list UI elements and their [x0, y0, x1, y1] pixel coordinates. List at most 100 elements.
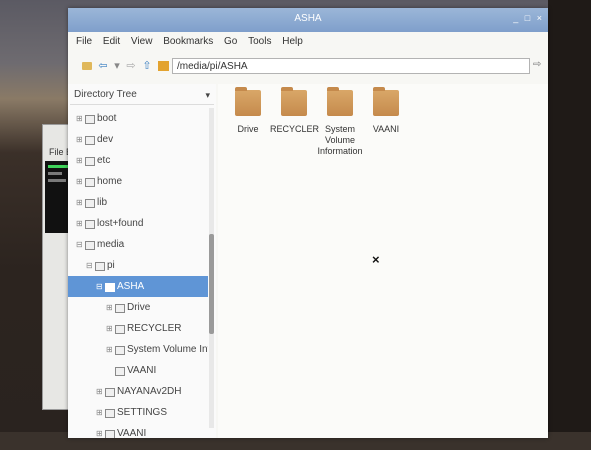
- tree-item[interactable]: ⊞ home: [68, 171, 208, 192]
- expander-icon[interactable]: ⊞: [106, 297, 113, 318]
- folder-icon: [95, 262, 105, 271]
- tree-item[interactable]: ⊞ VAANI: [68, 423, 208, 438]
- scrollbar-thumb[interactable]: [209, 234, 214, 334]
- tree-item[interactable]: ⊞ etc: [68, 150, 208, 171]
- folder-item[interactable]: VAANI: [362, 87, 410, 135]
- folder-name: RECYCLER: [270, 124, 320, 134]
- expander-icon[interactable]: ⊞: [76, 108, 83, 129]
- window-title: ASHA: [294, 13, 322, 24]
- tree-item[interactable]: ⊞ boot: [68, 108, 208, 129]
- tree-item-label: ASHA: [117, 281, 145, 292]
- folder-name: System Volume Information: [317, 124, 363, 156]
- expander-icon[interactable]: ⊟: [76, 234, 83, 255]
- tree-item[interactable]: VAANI: [68, 360, 208, 381]
- menu-help[interactable]: Help: [282, 36, 303, 47]
- tree-item-label: RECYCLER: [127, 323, 182, 334]
- tree-item[interactable]: ⊟ media: [68, 234, 208, 255]
- tree-item[interactable]: ⊞ lib: [68, 192, 208, 213]
- menu-go[interactable]: Go: [224, 36, 237, 47]
- tree-item-label: dev: [97, 134, 114, 145]
- expander-icon[interactable]: ⊞: [76, 171, 83, 192]
- folder-item[interactable]: Drive: [224, 87, 272, 135]
- back-icon[interactable]: ⇦: [96, 59, 110, 73]
- folder-icon: [115, 325, 125, 334]
- folder-icon: [85, 157, 95, 166]
- mouse-cursor: ×: [372, 252, 380, 267]
- tree-item[interactable]: ⊞ System Volume Informat: [68, 339, 208, 360]
- window-controls: _ □ ×: [509, 13, 542, 23]
- expander-icon[interactable]: ⊞: [96, 402, 103, 423]
- folder-icon: [373, 87, 399, 116]
- folder-icon: [105, 409, 115, 418]
- expander-icon[interactable]: ⊞: [106, 318, 113, 339]
- menu-tools[interactable]: Tools: [248, 36, 271, 47]
- expander-icon[interactable]: ⊞: [76, 213, 83, 234]
- folder-icon: [105, 388, 115, 397]
- tree-item[interactable]: ⊞ lost+found: [68, 213, 208, 234]
- expander-icon[interactable]: ⊟: [86, 255, 93, 276]
- tree-item[interactable]: ⊞ NAYANAv2DH: [68, 381, 208, 402]
- tree-item[interactable]: ⊞ dev: [68, 129, 208, 150]
- close-button[interactable]: ×: [537, 13, 542, 23]
- tree-item-label: pi: [107, 260, 115, 271]
- folder-icon: [115, 304, 125, 313]
- menu-edit[interactable]: Edit: [103, 36, 120, 47]
- sidebar: Directory Tree ▾ ⊞ boot ⊞ dev ⊞ etc ⊞ home ⊞ lib ⊞…: [68, 84, 216, 438]
- tree-item[interactable]: ⊞ RECYCLER: [68, 318, 208, 339]
- tree-item-label: home: [97, 176, 123, 187]
- expander-icon[interactable]: ⊞: [106, 339, 113, 360]
- minimize-button[interactable]: _: [513, 13, 518, 23]
- menu-view[interactable]: View: [131, 36, 153, 47]
- directory-tree: ⊞ boot ⊞ dev ⊞ etc ⊞ home ⊞ lib ⊞ lost+found ⊟ media ⊟…: [68, 108, 208, 438]
- tree-item-label: lib: [97, 197, 108, 208]
- tree-item-label: media: [97, 239, 125, 250]
- tree-item-label: System Volume Informat: [127, 344, 208, 355]
- folder-icon: [327, 87, 353, 116]
- expander-icon[interactable]: ⊞: [96, 423, 103, 438]
- tree-item-label: Drive: [127, 302, 151, 313]
- menu-bar: File Edit View Bookmarks Go Tools Help: [68, 36, 548, 52]
- terminal-line: [48, 165, 70, 168]
- folder-icon: [115, 367, 125, 376]
- sidebar-view-selector[interactable]: Directory Tree ▾: [70, 86, 214, 105]
- forward-icon[interactable]: ⇨: [124, 59, 138, 73]
- expander-icon[interactable]: ⊞: [76, 150, 83, 171]
- folder-icon: [235, 87, 261, 116]
- tree-item-label: SETTINGS: [117, 407, 168, 418]
- tree-item-label: etc: [97, 155, 111, 166]
- tree-item[interactable]: ⊟ pi: [68, 255, 208, 276]
- tree-item[interactable]: ⊟ ASHA: [68, 276, 208, 297]
- toolbar: ⇦ ▾ ⇨ ⇧ /media/pi/ASHA ⇨: [68, 56, 548, 78]
- title-bar[interactable]: ASHA _ □ ×: [68, 8, 548, 32]
- sidebar-scrollbar[interactable]: [209, 108, 214, 428]
- tree-item-label: boot: [97, 113, 117, 124]
- expander-icon[interactable]: ⊟: [96, 276, 103, 297]
- home-icon[interactable]: [158, 61, 169, 71]
- dropdown-icon[interactable]: ▾: [110, 59, 124, 73]
- terminal-line: [48, 172, 62, 175]
- expander-icon[interactable]: ⊞: [76, 129, 83, 150]
- menu-bookmarks[interactable]: Bookmarks: [163, 36, 213, 47]
- go-arrow-icon[interactable]: ⇨: [533, 59, 545, 73]
- folder-item[interactable]: System Volume Information: [316, 87, 364, 157]
- folder-icon: [281, 87, 307, 116]
- folder-icon: [85, 115, 95, 124]
- folder-icon: [105, 283, 115, 292]
- tree-item-label: VAANI: [127, 365, 157, 376]
- tree-item-label: VAANI: [117, 428, 147, 438]
- expander-icon[interactable]: ⊞: [96, 381, 103, 402]
- tree-item[interactable]: ⊞ SETTINGS: [68, 402, 208, 423]
- expander-icon[interactable]: ⊞: [76, 192, 83, 213]
- folder-icon: [85, 199, 95, 208]
- folder-icon: [85, 178, 95, 187]
- tree-item[interactable]: ⊞ Drive: [68, 297, 208, 318]
- up-icon[interactable]: ⇧: [140, 59, 154, 73]
- folder-item[interactable]: RECYCLER: [270, 87, 320, 135]
- file-manager-window: ASHA _ □ × File Edit View Bookmarks Go T…: [68, 8, 548, 438]
- terminal-line: [48, 179, 66, 182]
- maximize-button[interactable]: □: [525, 13, 530, 23]
- menu-file[interactable]: File: [76, 36, 92, 47]
- address-bar[interactable]: /media/pi/ASHA: [172, 58, 530, 74]
- new-folder-icon[interactable]: [82, 62, 92, 70]
- folder-icon: [105, 430, 115, 438]
